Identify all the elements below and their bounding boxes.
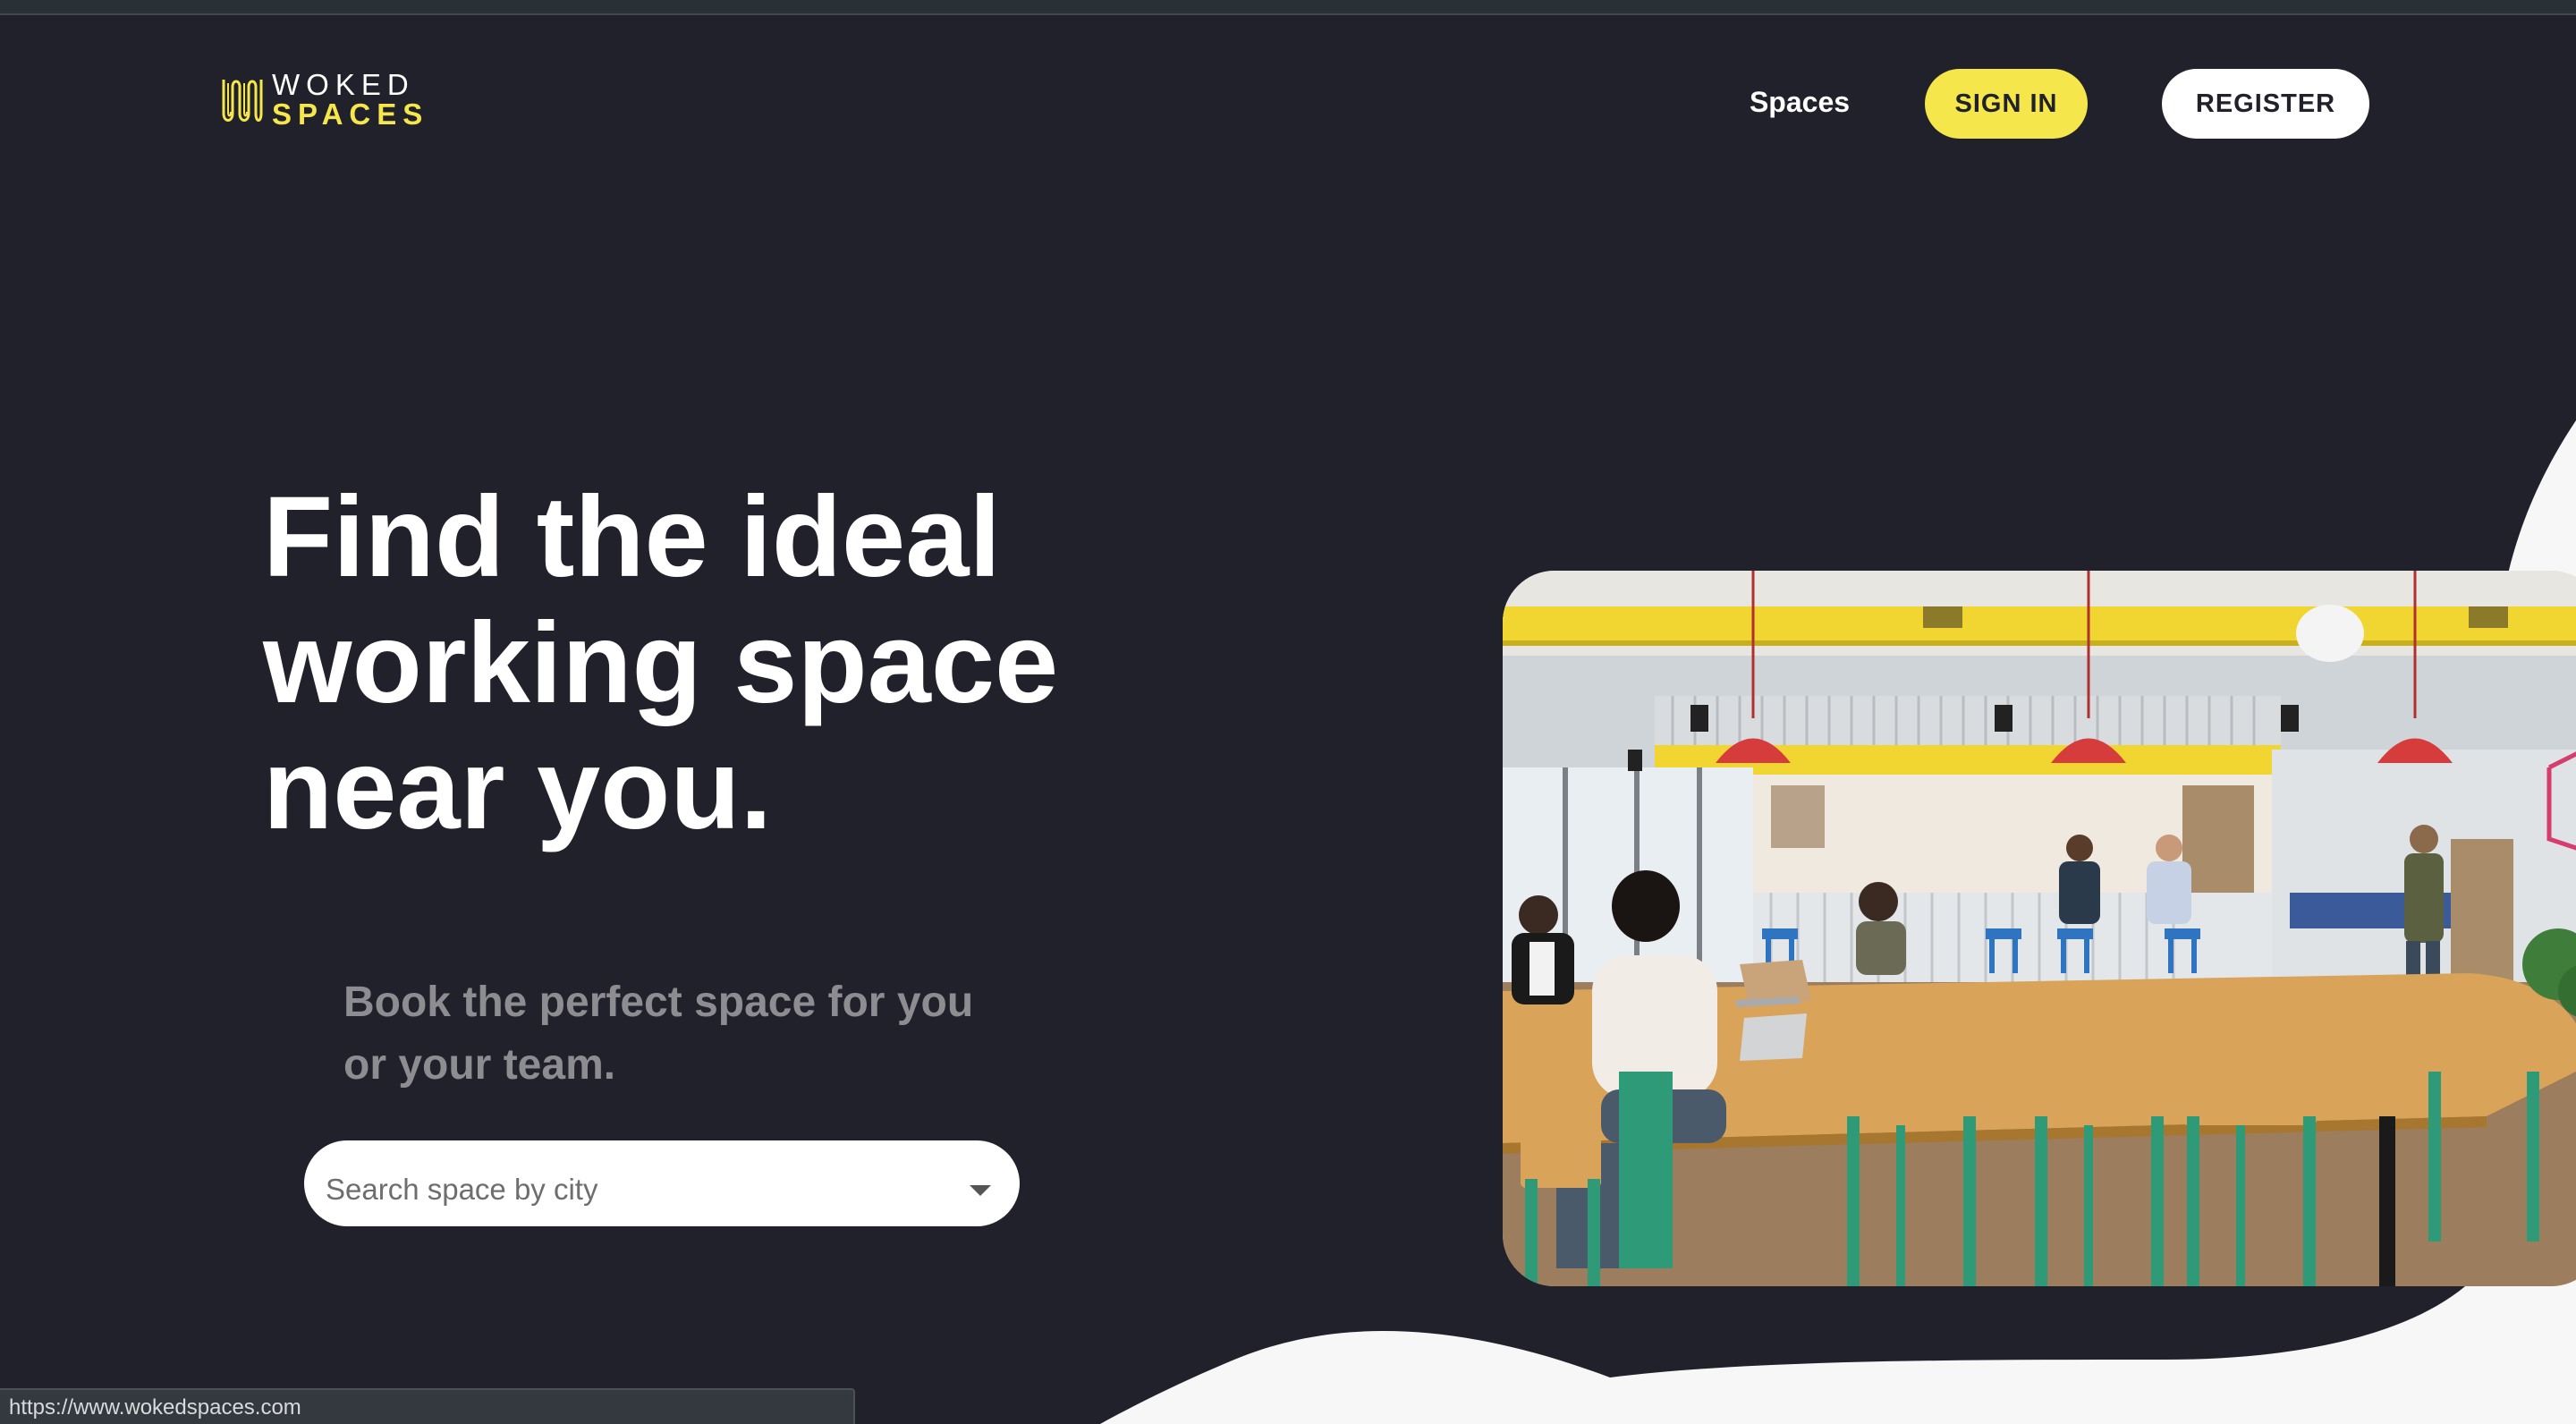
logo-mark-icon (222, 80, 263, 122)
hero-subtitle-line: or your team. (343, 1041, 616, 1089)
hero-title: Find the ideal working space near you. (263, 474, 1157, 852)
nav-link-spaces[interactable]: Spaces (1735, 86, 1864, 119)
office-illustration (1503, 571, 2576, 1286)
city-search-select[interactable] (304, 1140, 1020, 1226)
hero-title-line: working space (263, 599, 1059, 727)
logo-text-woked: WOKED (272, 68, 415, 101)
hero-subtitle: Book the perfect space for you or your t… (343, 971, 1023, 1097)
hero-office-photo (1503, 571, 2576, 1286)
sign-in-button[interactable]: SIGN IN (1925, 69, 2088, 139)
register-button[interactable]: REGISTER (2162, 69, 2369, 139)
logo-wordmark: WOKED SPACES (272, 70, 428, 129)
browser-status-url: https://www.wokedspaces.com (0, 1388, 855, 1424)
hero-subtitle-line: Book the perfect space for you (343, 979, 974, 1026)
dropdown-caret-icon[interactable] (970, 1185, 991, 1196)
hero-title-line: Find the ideal (263, 473, 1001, 601)
city-search-input[interactable] (324, 1159, 970, 1208)
logo[interactable]: WOKED SPACES (220, 70, 428, 129)
hero-title-line: near you. (263, 725, 773, 853)
logo-text-spaces: SPACES (272, 97, 429, 131)
